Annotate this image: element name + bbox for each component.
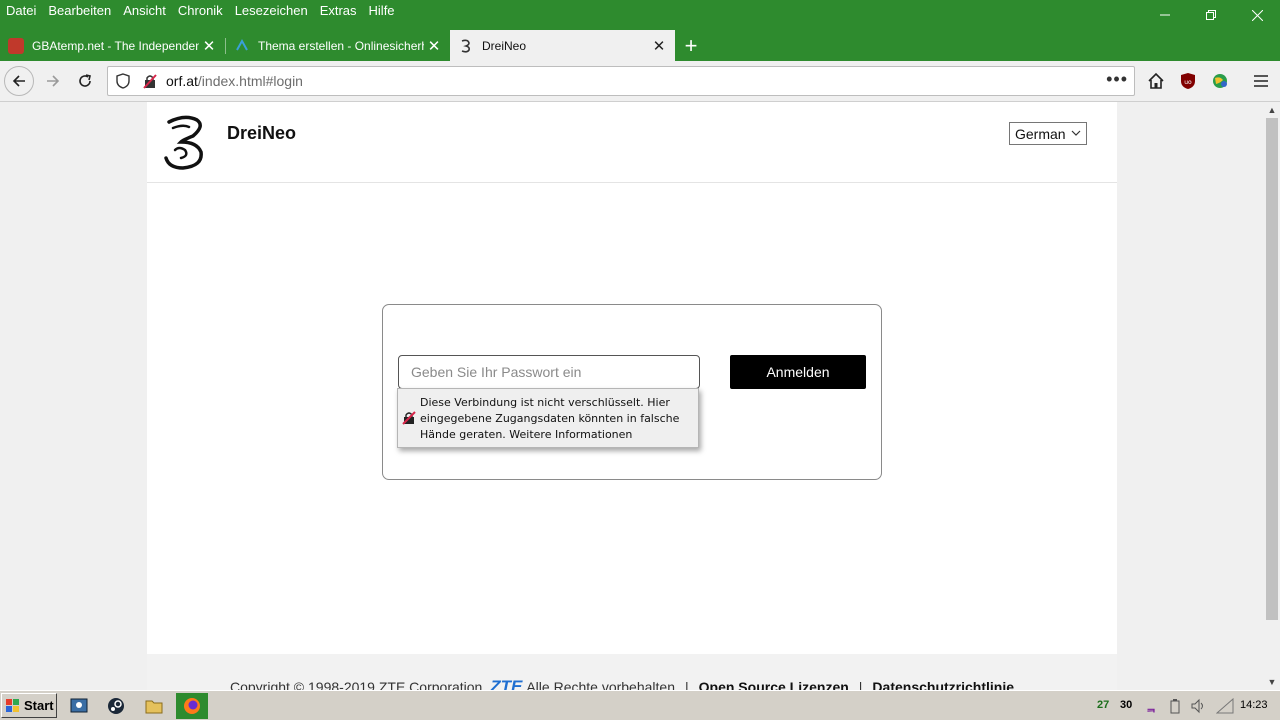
menu-lesezeichen[interactable]: Lesezeichen [229,1,314,21]
tray-counter-2[interactable]: 30 [1120,699,1132,711]
brand-name: DreiNeo [227,123,297,143]
menu-chronik[interactable]: Chronik [172,1,229,21]
open-source-link[interactable]: Open Source Lizenzen [699,679,849,690]
header-divider [147,182,1117,183]
globe-extension-icon [1213,74,1227,88]
tab-thema-erstellen[interactable]: Thema erstellen - Onlinesicherh ✕ [226,30,450,61]
home-icon [1148,72,1164,89]
scrollbar-thumb[interactable] [1266,118,1278,620]
tab-close-icon[interactable]: ✕ [649,36,669,56]
scroll-down-icon[interactable]: ▼ [1264,674,1280,690]
tab-dreineo[interactable]: DreiNeo ✕ [450,30,675,61]
shield-icon[interactable] [116,73,130,92]
tray-ime-icon[interactable]: ᆿ [1146,699,1156,715]
footer-row: Copyright © 1998-2019 ZTE Corporation. Z… [230,677,1014,690]
menu-ansicht[interactable]: Ansicht [117,1,172,21]
insecure-login-warning: Diese Verbindung ist nicht verschlüsselt… [397,388,699,448]
windows-logo-icon [6,698,19,712]
plus-icon: + [684,32,698,58]
steam-icon[interactable] [104,694,128,718]
login-page: DreiNeo German Anmelden Diese Verbindung… [147,102,1117,654]
url-domain: orf.at [166,73,198,89]
reload-button[interactable] [70,66,100,96]
login-button[interactable]: Anmelden [730,355,866,389]
taskbar: Start 27 30 ᆿ 14:23 [0,690,1280,720]
scroll-up-icon[interactable]: ▲ [1264,102,1280,118]
menu-datei[interactable]: Datei [0,1,42,21]
drei-favicon-icon [458,38,474,54]
page-footer: Copyright © 1998-2019 ZTE Corporation. Z… [147,654,1117,690]
new-tab-button[interactable]: + [678,30,704,61]
home-button[interactable] [1141,66,1171,96]
start-button[interactable]: Start [1,693,57,718]
insecure-lock-icon [402,411,416,425]
back-button[interactable] [4,66,34,96]
navigation-bar: orf.at/index.html#login ••• uo [0,61,1280,102]
forward-button[interactable] [38,66,68,96]
minimize-button[interactable] [1142,0,1188,30]
url-path: /index.html#login [197,73,303,89]
tab-close-icon[interactable]: ✕ [424,36,444,56]
menu-bar: Datei Bearbeiten Ansicht Chronik Lesezei… [0,0,401,22]
menu-hilfe[interactable]: Hilfe [363,1,401,21]
extension-button[interactable] [1205,66,1235,96]
clock[interactable]: 14:23 [1240,699,1268,711]
drei-logo-icon [161,112,209,175]
close-icon [1251,9,1263,21]
firefox-icon [184,698,200,714]
url-bar[interactable]: orf.at/index.html#login ••• [107,66,1135,96]
firefox-taskbar-button[interactable] [176,693,208,719]
hamburger-menu-button[interactable] [1246,66,1276,96]
page-viewport: DreiNeo German Anmelden Diese Verbindung… [0,102,1264,690]
control-panel-icon[interactable] [67,694,91,718]
more-information-link[interactable]: Weitere Informationen [509,428,632,441]
insecure-lock-icon[interactable] [142,73,158,92]
zte-logo: ZTE [490,677,523,690]
privacy-policy-link[interactable]: Datenschutzrichtlinie [872,679,1014,690]
network-icon[interactable] [1215,697,1234,717]
close-window-button[interactable] [1234,0,1280,30]
restore-icon [1206,10,1216,20]
copyright-text: Copyright © 1998-2019 ZTE Corporation. [230,679,487,690]
menu-extras[interactable]: Extras [314,1,363,21]
footer-separator: | [685,679,689,690]
tab-gbatemp[interactable]: GBAtemp.net - The Independent ✕ [0,30,225,61]
tab-close-icon[interactable]: ✕ [199,36,219,56]
menu-bearbeiten[interactable]: Bearbeiten [42,1,117,21]
forward-arrow-icon [47,75,60,87]
minimize-icon [1160,14,1170,16]
back-arrow-icon [12,75,25,87]
page-actions-icon[interactable]: ••• [1106,69,1128,90]
chevron-down-icon [1071,126,1081,143]
tray-counter-1[interactable]: 27 [1097,699,1109,711]
file-explorer-icon[interactable] [142,694,166,718]
vertical-scrollbar[interactable]: ▲ ▼ [1264,102,1280,690]
battery-icon[interactable] [1170,698,1180,717]
gbatemp-favicon-icon [8,37,24,54]
footer-separator: | [858,679,863,690]
ublock-icon: uo [1181,73,1195,89]
ublock-button[interactable]: uo [1173,66,1203,96]
hamburger-icon [1254,75,1268,87]
restore-button[interactable] [1188,0,1234,30]
title-bar: Datei Bearbeiten Ansicht Chronik Lesezei… [0,0,1280,30]
tab-strip: GBAtemp.net - The Independent ✕ Thema er… [0,30,1280,61]
rights-text: Alle Rechte vorbehalten [526,679,675,690]
password-input[interactable] [398,355,700,389]
reload-icon [79,74,91,87]
forum-favicon-icon [234,38,250,54]
language-select[interactable]: German [1009,122,1087,145]
svg-text:uo: uo [1184,79,1192,86]
volume-icon[interactable] [1191,698,1207,717]
